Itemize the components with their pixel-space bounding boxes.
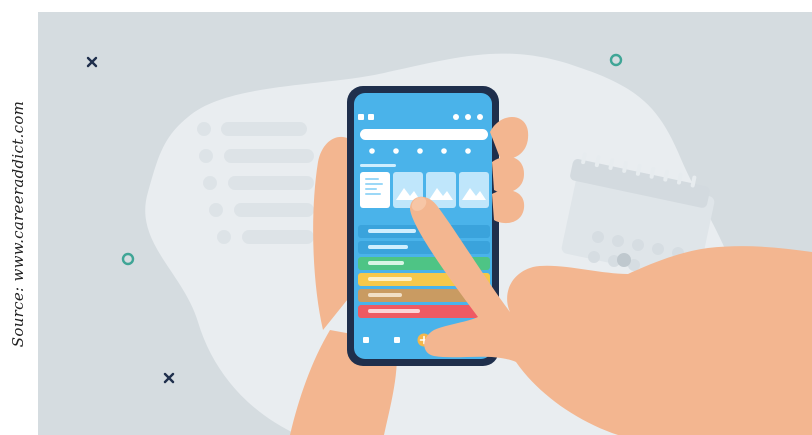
left-hand-fingers	[490, 117, 529, 224]
source-caption: Source: www.careeraddict.com	[2, 12, 34, 435]
page: Source: www.careeraddict.com	[0, 0, 812, 435]
phone-app-illustration	[38, 12, 812, 435]
source-caption-text: Source: www.careeraddict.com	[9, 100, 28, 347]
screen-section-label	[360, 164, 396, 167]
screen-image-tile-3	[459, 172, 489, 208]
screen-search-bar	[360, 129, 488, 140]
